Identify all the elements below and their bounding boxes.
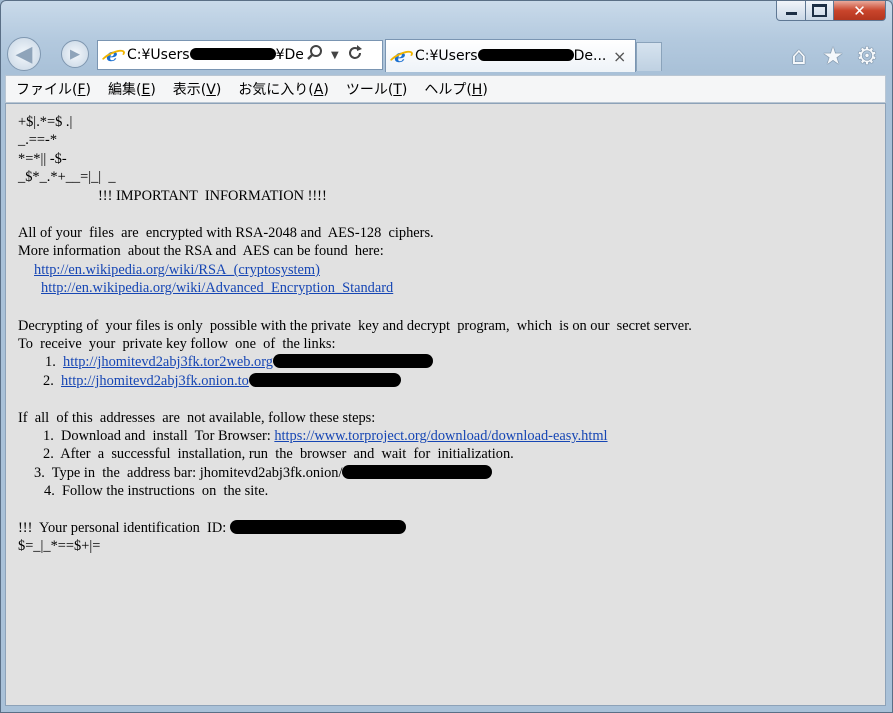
forward-button[interactable]: ▶	[61, 40, 89, 68]
new-tab-button[interactable]	[636, 42, 662, 71]
step-2: 2. After a successful installation, run …	[43, 446, 514, 462]
important-heading: !!! IMPORTANT INFORMATION !!!!	[98, 188, 327, 204]
browser-window: ✕ ◀ ▶ e C:¥Users ¥De ▼ e C:¥Users De... ×	[0, 0, 893, 713]
redacted-url-1	[272, 354, 433, 368]
back-button[interactable]: ◀	[7, 37, 41, 71]
toolbar-right-icons: ⌂ ★ ⚙	[786, 42, 880, 70]
minimize-button[interactable]	[776, 1, 806, 21]
close-button[interactable]: ✕	[834, 1, 886, 21]
link-list-item-2: 2. http://jhomitevd2abj3fk.onion.to	[43, 372, 401, 391]
link-list-item-1: 1. http://jhomitevd2abj3fk.tor2web.org	[45, 353, 433, 372]
settings-gear-icon[interactable]: ⚙	[854, 42, 880, 70]
ascii-art-line-1: +$|.*=$ .|	[18, 114, 73, 130]
favorites-star-icon[interactable]: ★	[820, 42, 846, 70]
address-text[interactable]: C:¥Users ¥De	[127, 47, 303, 63]
maximize-icon	[812, 4, 827, 17]
paragraph-decrypt-line-2: To receive your private key follow one o…	[18, 336, 336, 352]
ascii-art-line-3: *=*|| -$-	[18, 151, 67, 167]
link-onion-to[interactable]: http://jhomitevd2abj3fk.onion.to	[61, 373, 249, 389]
paragraph-fallback: If all of this addresses are not availab…	[18, 410, 376, 426]
paragraph-encryption-line-1: All of your files are encrypted with RSA…	[18, 225, 434, 241]
ie-page-icon: e	[103, 45, 121, 66]
window-controls: ✕	[776, 1, 886, 21]
step-1: 1. Download and install Tor Browser: htt…	[43, 428, 608, 444]
step-4: 4. Follow the instructions on the site.	[44, 483, 269, 499]
personal-id-line: !!! Your personal identification ID:	[18, 519, 406, 538]
page-content: +$|.*=$ .| _.==-* *=*|| -$- _$*_.*+__=|_…	[5, 103, 886, 706]
menu-tools[interactable]: ツール(T)	[346, 79, 408, 99]
menu-bar: ファイル(F) 編集(E) 表示(V) お気に入り(A) ツール(T) ヘルプ(…	[5, 75, 886, 103]
redacted-personal-id	[229, 520, 406, 534]
ie-tab-icon: e	[391, 46, 409, 67]
refresh-icon[interactable]	[347, 45, 363, 65]
menu-favorites[interactable]: お気に入り(A)	[238, 79, 329, 99]
dropdown-arrow-icon[interactable]: ▼	[331, 50, 339, 61]
address-bar-icons: ▼	[307, 45, 363, 65]
ascii-art-line-4: _$*_.*+__=|_| _	[18, 169, 116, 185]
minimize-icon	[785, 12, 797, 15]
tab-close-icon[interactable]: ×	[613, 47, 626, 66]
step-3: 3. Type in the address bar: jhomitevd2ab…	[34, 464, 493, 483]
redacted-username	[189, 48, 276, 60]
ascii-art-line-2: _.==-*	[18, 132, 58, 148]
link-rsa-wikipedia[interactable]: http://en.wikipedia.org/wiki/RSA_(crypto…	[34, 261, 320, 280]
link-tor2web[interactable]: http://jhomitevd2abj3fk.tor2web.org	[63, 354, 273, 370]
address-bar[interactable]: e C:¥Users ¥De ▼	[97, 40, 383, 70]
close-icon: ✕	[853, 1, 866, 20]
redacted-tab-username	[477, 49, 574, 61]
paragraph-encryption-line-2: More information about the RSA and AES c…	[18, 243, 384, 259]
tab-active[interactable]: e C:¥Users De... ×	[385, 39, 636, 72]
back-arrow-icon: ◀	[15, 41, 33, 67]
search-icon[interactable]	[307, 45, 323, 65]
menu-file[interactable]: ファイル(F)	[16, 79, 91, 99]
link-tor-download[interactable]: https://www.torproject.org/download/down…	[274, 428, 607, 444]
tab-title: C:¥Users De...	[415, 48, 605, 64]
forward-arrow-icon: ▶	[70, 46, 80, 62]
maximize-button[interactable]	[806, 1, 834, 21]
ascii-art-line-5: $=_|_*==$+|=	[18, 538, 101, 554]
navigation-bar: ◀ ▶ e C:¥Users ¥De ▼ e C:¥Users De... × ⌂ …	[1, 35, 892, 75]
home-icon[interactable]: ⌂	[786, 42, 812, 70]
menu-help[interactable]: ヘルプ(H)	[424, 79, 487, 99]
redacted-onion-path	[342, 465, 493, 479]
redacted-url-2	[248, 373, 401, 387]
link-aes-wikipedia[interactable]: http://en.wikipedia.org/wiki/Advanced_En…	[41, 279, 393, 298]
menu-edit[interactable]: 編集(E)	[108, 79, 156, 99]
menu-view[interactable]: 表示(V)	[173, 79, 222, 99]
paragraph-decrypt-line-1: Decrypting of your files is only possibl…	[18, 318, 692, 334]
